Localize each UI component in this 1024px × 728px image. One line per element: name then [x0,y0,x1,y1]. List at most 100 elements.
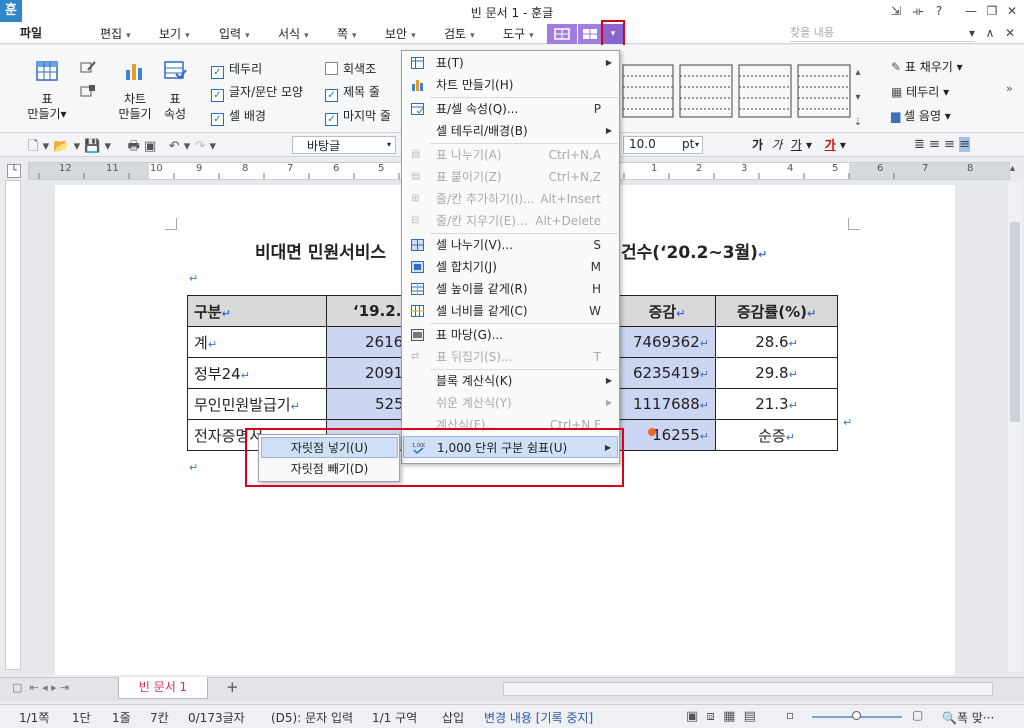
check-char-para[interactable]: ✓ 글자/문단 모양 [211,83,303,102]
undo-icon: ↶ [168,139,180,154]
table-cell: 정부24↵ [187,357,327,389]
menu-item-table[interactable]: 표(T) ▶ [403,52,618,74]
view-mode-icons[interactable]: ▣ ⧈ ▦ ▤ [686,709,756,724]
menu-edit[interactable]: 편집 ▾ [100,25,131,42]
new-doc-icon: 🗋 [28,139,39,154]
check-icon: ✓ [211,66,224,79]
close-doc-icon[interactable]: ✕ [1000,24,1020,42]
status-insert[interactable]: 삽입 [442,709,464,726]
check-icon: ✓ [211,89,224,102]
menu-item-table-props[interactable]: 표/셀 속성(Q)... P [403,98,618,120]
check-last-row[interactable]: ✓ 마지막 줄 [325,107,391,126]
tab-document[interactable]: 빈 문서 1 [118,677,208,699]
table-properties-icon [411,103,424,115]
font-size-select[interactable]: 10.0 pt ▾ [623,136,703,154]
highlight-box [245,428,624,487]
menu-item-easy-formula: 쉬운 계산식(Y) ▶ [436,396,612,410]
border-button[interactable]: ▦ 테두리 ▾ [891,83,949,100]
minimize-button[interactable]: — [961,2,981,20]
menu-view[interactable]: 보기 ▾ [159,25,190,42]
status-area: 1/1 구역 [372,711,418,725]
pin-icon[interactable]: ⟛ [908,2,928,20]
check-cell-bg[interactable]: ✓ 셀 배경 [211,107,266,126]
scroll-thumb[interactable] [1010,222,1020,422]
header-cell: 증감률(%)↵ [715,295,838,327]
horizontal-scrollbar[interactable] [503,682,993,696]
status-section: 1단 [72,711,91,725]
help-icon[interactable]: ? [929,2,949,20]
italic-button: 가 [771,138,783,152]
brush-icon: ✎ [891,60,905,74]
add-row-icon: ⊞ [411,193,420,204]
ruler-scroll-icon[interactable]: ▴ [1010,163,1015,174]
menu-item-cell-border[interactable]: 셀 테두리/배경(B) ▶ [403,120,618,142]
menu-item-delete-row: ⊟ 줄/칸 지우기(E)... Alt+Delete [411,214,601,228]
table-properties-button[interactable]: 표 속성 [157,60,193,122]
table-design-tab[interactable] [547,24,577,44]
collapse-ribbon-icon[interactable]: ∧ [980,24,1000,42]
zoom-in-icon[interactable]: ▢ [912,708,923,722]
table-wizard-icon [411,329,424,341]
menu-item-table-wizard[interactable]: 표 마당(G)... [403,324,618,346]
restore-button[interactable]: ❐ [982,2,1002,20]
menu-item-equal-height[interactable]: 셀 높이를 같게(R) H [403,278,618,300]
table-cell: 16255↵ [618,419,716,451]
make-table-button[interactable]: 표 만들기▾ [27,60,67,122]
make-chart-button[interactable]: 차트 만들기 [115,60,155,122]
search-input[interactable]: 찾을 내용 [790,24,975,42]
ruler-corner[interactable]: └ [7,164,21,178]
menu-page[interactable]: 쪽 ▾ [337,25,357,42]
table-fill-button[interactable]: ✎ 표 채우기 ▾ [891,58,963,75]
tab-nav-icons[interactable]: ▢ ⇤ ◂ ▸ ⇥ [12,681,69,694]
menu-review[interactable]: 검토 ▾ [444,25,475,42]
table-layout-tab[interactable] [578,24,602,44]
align-buttons[interactable]: ≣ ≡ ≡ ≡ [914,137,971,152]
table-style-gallery[interactable] [622,63,867,124]
search-dropdown-icon[interactable]: ▾ [962,24,982,42]
delete-row-icon: ⊟ [411,215,420,226]
menu-item-flip-table: ⇄ 표 뒤집기(S)... T [411,350,601,364]
table-context-menu: 표(T) ▶ 차트 만들기(H) 표/셀 속성(Q)... P 셀 테두리/배경(B… [401,50,620,464]
menu-security[interactable]: 보안 ▾ [385,25,416,42]
menu-item-chart[interactable]: 차트 만들기(H) [403,74,618,96]
style-select[interactable]: 바탕글 ▾ [292,136,396,154]
vertical-scrollbar[interactable] [1008,182,1022,672]
table-cell: 무인민원발급기↵ [187,388,327,420]
split-table-icon: ▤ [411,149,421,160]
preview-icon: ▣ [144,139,157,154]
align-center-icon: ≡ [944,137,955,152]
menu-item-equal-width[interactable]: 셀 너비를 같게(C) W [403,300,618,322]
table-cell: 21.3↵ [715,388,838,420]
menu-item-split-table: ▤ 표 나누기(A) Ctrl+N,A [411,148,601,162]
font-style-buttons[interactable]: 가 가 가 ▾ 가 ▾ [752,136,846,153]
check-title-row[interactable]: ✓ 제목 줄 [325,83,380,102]
zoom-out-icon[interactable]: ▫ [786,708,794,722]
check-border[interactable]: ✓ 테두리 [211,60,262,79]
add-tab-icon[interactable]: + [226,678,239,696]
status-chars: 0/173글자 [188,711,245,725]
status-column: 7칸 [150,711,169,725]
menu-item-split-cell[interactable]: 셀 나누기(V)... S [403,234,618,256]
menu-tools[interactable]: 도구 ▾ [503,25,534,42]
check-grayscale[interactable]: 회색조 [325,60,376,77]
cell-shade-button[interactable]: ▆ 셀 음영 ▾ [891,107,951,124]
zoom-fit[interactable]: 🔍폭 맞··· [942,709,994,726]
shade-icon: ▆ [891,109,905,123]
menu-insert[interactable]: 입력 ▾ [219,25,250,42]
file-toolbar-icons[interactable]: 🗋 ▾ 📂 ▾ 💾 ▾ 🖶 ▣ ↶ ▾ ↷ ▾ [28,137,216,159]
menu-file[interactable]: 파일 [20,24,42,41]
redo-icon: ↷ [194,139,206,154]
close-button[interactable]: ✕ [1002,2,1022,20]
zoom-slider-thumb[interactable] [852,711,861,720]
menu-format[interactable]: 서식 ▾ [278,25,309,42]
pencil-icon[interactable] [80,60,96,77]
ribbon-more-icon[interactable]: » [1006,82,1013,95]
gallery-scroll[interactable]: ▴ ▾ ⇣ [852,60,864,135]
magnifier-icon: 🔍 [942,711,957,725]
eraser-icon[interactable] [80,84,96,101]
menu-item-merge-cell[interactable]: 셀 합치기(J) M [403,256,618,278]
menu-item-block-formula[interactable]: 블록 계산식(K) ▶ [403,370,618,392]
status-page: 1/1쪽 [19,711,50,725]
fullscreen-icon[interactable]: ⇲ [886,2,906,20]
status-track-changes[interactable]: 변경 내용 [기록 중지] [484,709,593,726]
